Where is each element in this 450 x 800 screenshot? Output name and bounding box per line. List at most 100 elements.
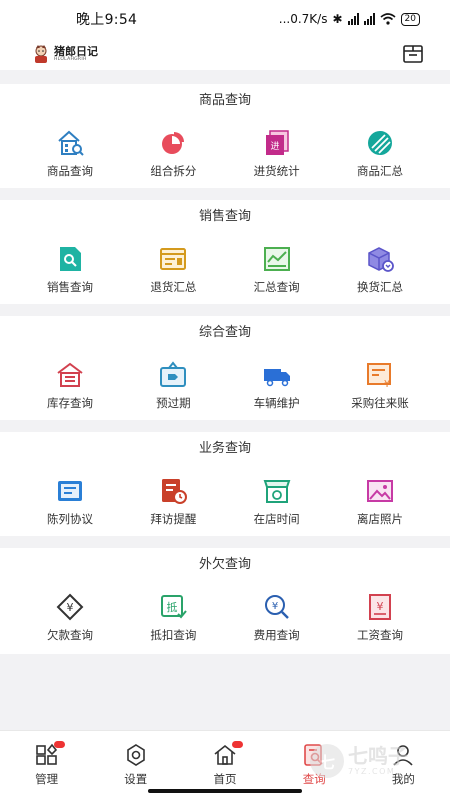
- deduction-icon: 抵: [161, 595, 188, 619]
- nav-label: 设置: [124, 772, 148, 786]
- item-label: 库存查询: [47, 396, 93, 410]
- display-agreement-button[interactable]: 陈列协议: [23, 466, 117, 527]
- svg-text:抵: 抵: [167, 600, 178, 614]
- section-product-query: 商品查询 商品查询 组合拆分 进 进货统计 商品汇总: [0, 84, 450, 188]
- section-sales-query: 销售查询 销售查询 退货汇总 汇总查询 换货汇总: [0, 200, 450, 304]
- visit-reminder-icon: [162, 479, 188, 504]
- inbox-icon[interactable]: [402, 43, 424, 65]
- app-logo: 猪郎日记 HLOLAHGRIH: [32, 44, 98, 64]
- status-bar: 晚上9:54 ...0.7K/s ✱ 20: [0, 0, 450, 38]
- nav-profile[interactable]: 我的: [359, 731, 448, 800]
- item-label: 陈列协议: [47, 512, 93, 526]
- notification-badge: [232, 741, 244, 748]
- exchange-box-icon: [368, 247, 394, 272]
- sales-search-icon: [60, 247, 81, 271]
- query-icon: [304, 744, 323, 766]
- logo-title: 猪郎日记: [54, 44, 98, 58]
- product-search-icon: [58, 130, 84, 156]
- item-label: 工资查询: [356, 628, 403, 642]
- item-label: 进货统计: [253, 164, 300, 178]
- profile-icon: [393, 745, 414, 766]
- expense-query-button[interactable]: ¥ 费用查询: [230, 582, 324, 643]
- home-indicator[interactable]: [148, 789, 302, 793]
- nav-label: 首页: [213, 772, 237, 786]
- nav-label: 我的: [391, 772, 415, 786]
- item-label: 商品查询: [47, 164, 93, 178]
- expense-search-icon: ¥: [264, 595, 289, 619]
- visit-reminder-button[interactable]: 拜访提醒: [126, 466, 220, 527]
- item-label: 汇总查询: [253, 280, 300, 294]
- purchase-stats-button[interactable]: 进 进货统计: [230, 118, 324, 179]
- departure-photo-button[interactable]: 离店照片: [333, 466, 427, 527]
- nav-label: 查询: [302, 772, 326, 786]
- item-label: 欠款查询: [47, 628, 93, 642]
- wifi-icon: [380, 13, 396, 25]
- section-title: 综合查询: [198, 325, 251, 340]
- status-indicators: ...0.7K/s ✱ 20: [279, 12, 420, 26]
- signal-icon: [363, 13, 375, 25]
- return-summary-icon: [160, 248, 187, 270]
- item-label: 在店时间: [253, 512, 300, 526]
- settings-gear-icon: [126, 744, 145, 766]
- item-label: 抵扣查询: [150, 628, 197, 642]
- debt-icon: ¥: [56, 593, 84, 621]
- store-time-icon: [263, 480, 291, 503]
- section-title: 外欠查询: [198, 557, 251, 572]
- sales-search-button[interactable]: 销售查询: [23, 234, 117, 295]
- notification-badge: [54, 741, 65, 748]
- item-label: 组合拆分: [150, 164, 197, 178]
- expiry-tag-icon: [160, 361, 187, 387]
- purchase-ledger-button[interactable]: ¥ 采购往来账: [333, 350, 427, 411]
- purchase-stats-icon: 进: [265, 130, 289, 155]
- svg-text:¥: ¥: [271, 601, 277, 612]
- network-speed: ...0.7K/s: [278, 12, 328, 26]
- product-summary-button[interactable]: 商品汇总: [333, 118, 427, 179]
- item-label: 退货汇总: [150, 280, 197, 294]
- signal-icon: [347, 13, 359, 25]
- section-business-query: 业务查询 陈列协议 拜访提醒 在店时间 离店照片: [0, 432, 450, 536]
- status-time: 晚上9:54: [76, 12, 138, 28]
- summary-chart-icon: [263, 247, 290, 271]
- bluetooth-icon: ✱: [332, 12, 343, 26]
- logo-subtitle: HLOLAHGRIH: [54, 56, 87, 62]
- combo-split-button[interactable]: 组合拆分: [126, 118, 220, 179]
- pre-expiry-button[interactable]: 预过期: [126, 350, 220, 411]
- svg-text:进: 进: [270, 141, 279, 152]
- item-label: 商品汇总: [356, 164, 403, 178]
- svg-text:¥: ¥: [376, 600, 383, 613]
- item-label: 销售查询: [47, 280, 93, 294]
- exchange-summary-button[interactable]: 换货汇总: [333, 234, 427, 295]
- return-summary-button[interactable]: 退货汇总: [126, 234, 220, 295]
- display-agreement-icon: [58, 481, 82, 501]
- item-label: 车辆维护: [253, 396, 300, 410]
- battery-indicator: 20: [400, 12, 420, 26]
- section-title: 销售查询: [198, 209, 251, 224]
- section-arrears-query: 外欠查询 ¥ 欠款查询 抵 抵扣查询 ¥ 费用查询 ¥ 工资查询: [0, 548, 450, 654]
- vehicle-maintenance-button[interactable]: 车辆维护: [230, 350, 324, 411]
- section-title: 商品查询: [198, 93, 251, 108]
- item-label: 换货汇总: [356, 280, 403, 294]
- in-store-time-button[interactable]: 在店时间: [230, 466, 324, 527]
- section-general-query: 综合查询 库存查询 预过期 车辆维护 ¥ 采购往来账: [0, 316, 450, 420]
- photo-icon: [366, 480, 393, 502]
- warehouse-icon: [57, 362, 83, 387]
- item-label: 拜访提醒: [150, 512, 197, 526]
- pie-chart-icon: [162, 132, 185, 154]
- salary-query-button[interactable]: ¥ 工资查询: [333, 582, 427, 643]
- nav-label: 管理: [35, 772, 59, 786]
- salary-icon: ¥: [368, 594, 391, 620]
- item-label: 采购往来账: [351, 396, 409, 410]
- truck-icon: [263, 369, 290, 387]
- nav-manage[interactable]: 管理: [2, 731, 91, 800]
- product-search-button[interactable]: 商品查询: [23, 118, 117, 179]
- summary-query-button[interactable]: 汇总查询: [230, 234, 324, 295]
- section-title: 业务查询: [198, 441, 251, 456]
- logo-mark-icon: [35, 45, 47, 63]
- inventory-query-button[interactable]: 库存查询: [23, 350, 117, 411]
- debt-query-button[interactable]: ¥ 欠款查询: [23, 582, 117, 643]
- purchase-ledger-icon: ¥: [366, 363, 391, 390]
- item-label: 费用查询: [253, 628, 300, 642]
- svg-text:¥: ¥: [384, 379, 390, 390]
- deduction-query-button[interactable]: 抵 抵扣查询: [126, 582, 220, 643]
- svg-text:¥: ¥: [67, 601, 74, 614]
